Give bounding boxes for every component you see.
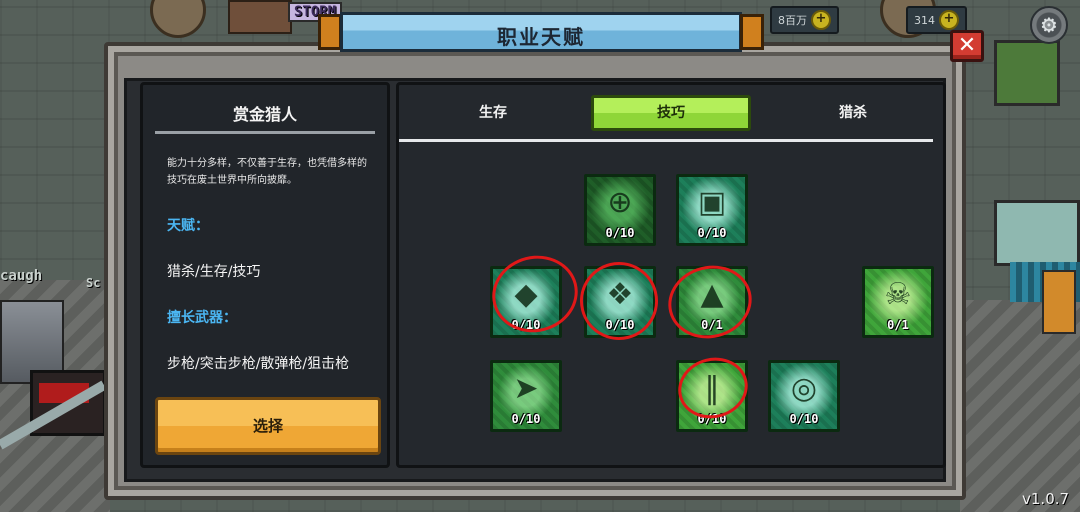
dialog-title-bar: 职业天赋 (318, 12, 764, 52)
skill-level: 0/10 (789, 412, 819, 426)
plus-icon[interactable]: + (811, 10, 831, 30)
resource-counter: 8百万 + (770, 6, 839, 34)
title-cap-right (740, 14, 764, 50)
settings-gear-icon[interactable]: ⚙ (1030, 6, 1068, 44)
skull-icon: ☠ (884, 277, 912, 312)
resource-value: 8百万 (778, 14, 807, 27)
skill-level: 0/10 (605, 226, 635, 240)
skill-tile-crosshair[interactable]: ⊕ 0/10 (584, 174, 656, 246)
title-plate: 职业天赋 (340, 12, 742, 52)
skill-level: 0/10 (511, 412, 541, 426)
background-building-green (994, 40, 1060, 106)
skill-level: 0/1 (887, 318, 909, 332)
background-label: caugh (0, 268, 43, 284)
backpack-icon: ▣ (697, 185, 727, 220)
tab-divider (399, 139, 933, 142)
swirl-icon: ◎ (790, 371, 818, 406)
close-button[interactable]: ✕ (950, 30, 984, 62)
skill-tile-runner[interactable]: ➤ 0/10 (490, 360, 562, 432)
skill-tile-swirl[interactable]: ◎ 0/10 (768, 360, 840, 432)
plus-icon[interactable]: + (939, 10, 959, 30)
tab-hunt[interactable]: 猎杀 (773, 95, 933, 131)
class-info-panel: 赏金猎人 能力十分多样，不仅善于生存，也凭借多样的技巧在废土世界中所向披靡。 天… (140, 82, 390, 468)
talent-value: 猎杀/生存/技巧 (167, 264, 261, 280)
skill-level: 0/10 (697, 226, 727, 240)
background-building (228, 0, 292, 34)
divider (155, 131, 375, 134)
close-icon: ✕ (957, 33, 977, 58)
background-label-2: Sc (86, 276, 101, 290)
weapons-heading: 擅长武器： (167, 310, 237, 326)
background-character (1042, 270, 1076, 334)
resource-value: 314 (914, 13, 935, 27)
tab-survival[interactable]: 生存 (413, 95, 573, 131)
runner-icon: ➤ (513, 371, 539, 406)
dialog-title: 职业天赋 (497, 25, 585, 49)
skill-tile-backpack[interactable]: ▣ 0/10 (676, 174, 748, 246)
background-building-window (994, 200, 1080, 266)
title-cap-left (318, 14, 342, 50)
select-button[interactable]: 选择 (155, 397, 381, 455)
class-description: 能力十分多样，不仅善于生存，也凭借多样的技巧在废土世界中所向披靡。 (167, 158, 367, 186)
weapons-value: 步枪/突击步枪/散弹枪/狙击枪 (167, 356, 350, 372)
class-name: 赏金猎人 (232, 105, 297, 124)
talent-heading: 天赋： (167, 218, 209, 234)
skill-tile-skull[interactable]: ☠ 0/1 (862, 266, 934, 338)
version-label: v1.0.7 (1022, 490, 1070, 508)
tab-skill[interactable]: 技巧 (591, 95, 751, 131)
crosshair-icon: ⊕ (607, 185, 633, 220)
